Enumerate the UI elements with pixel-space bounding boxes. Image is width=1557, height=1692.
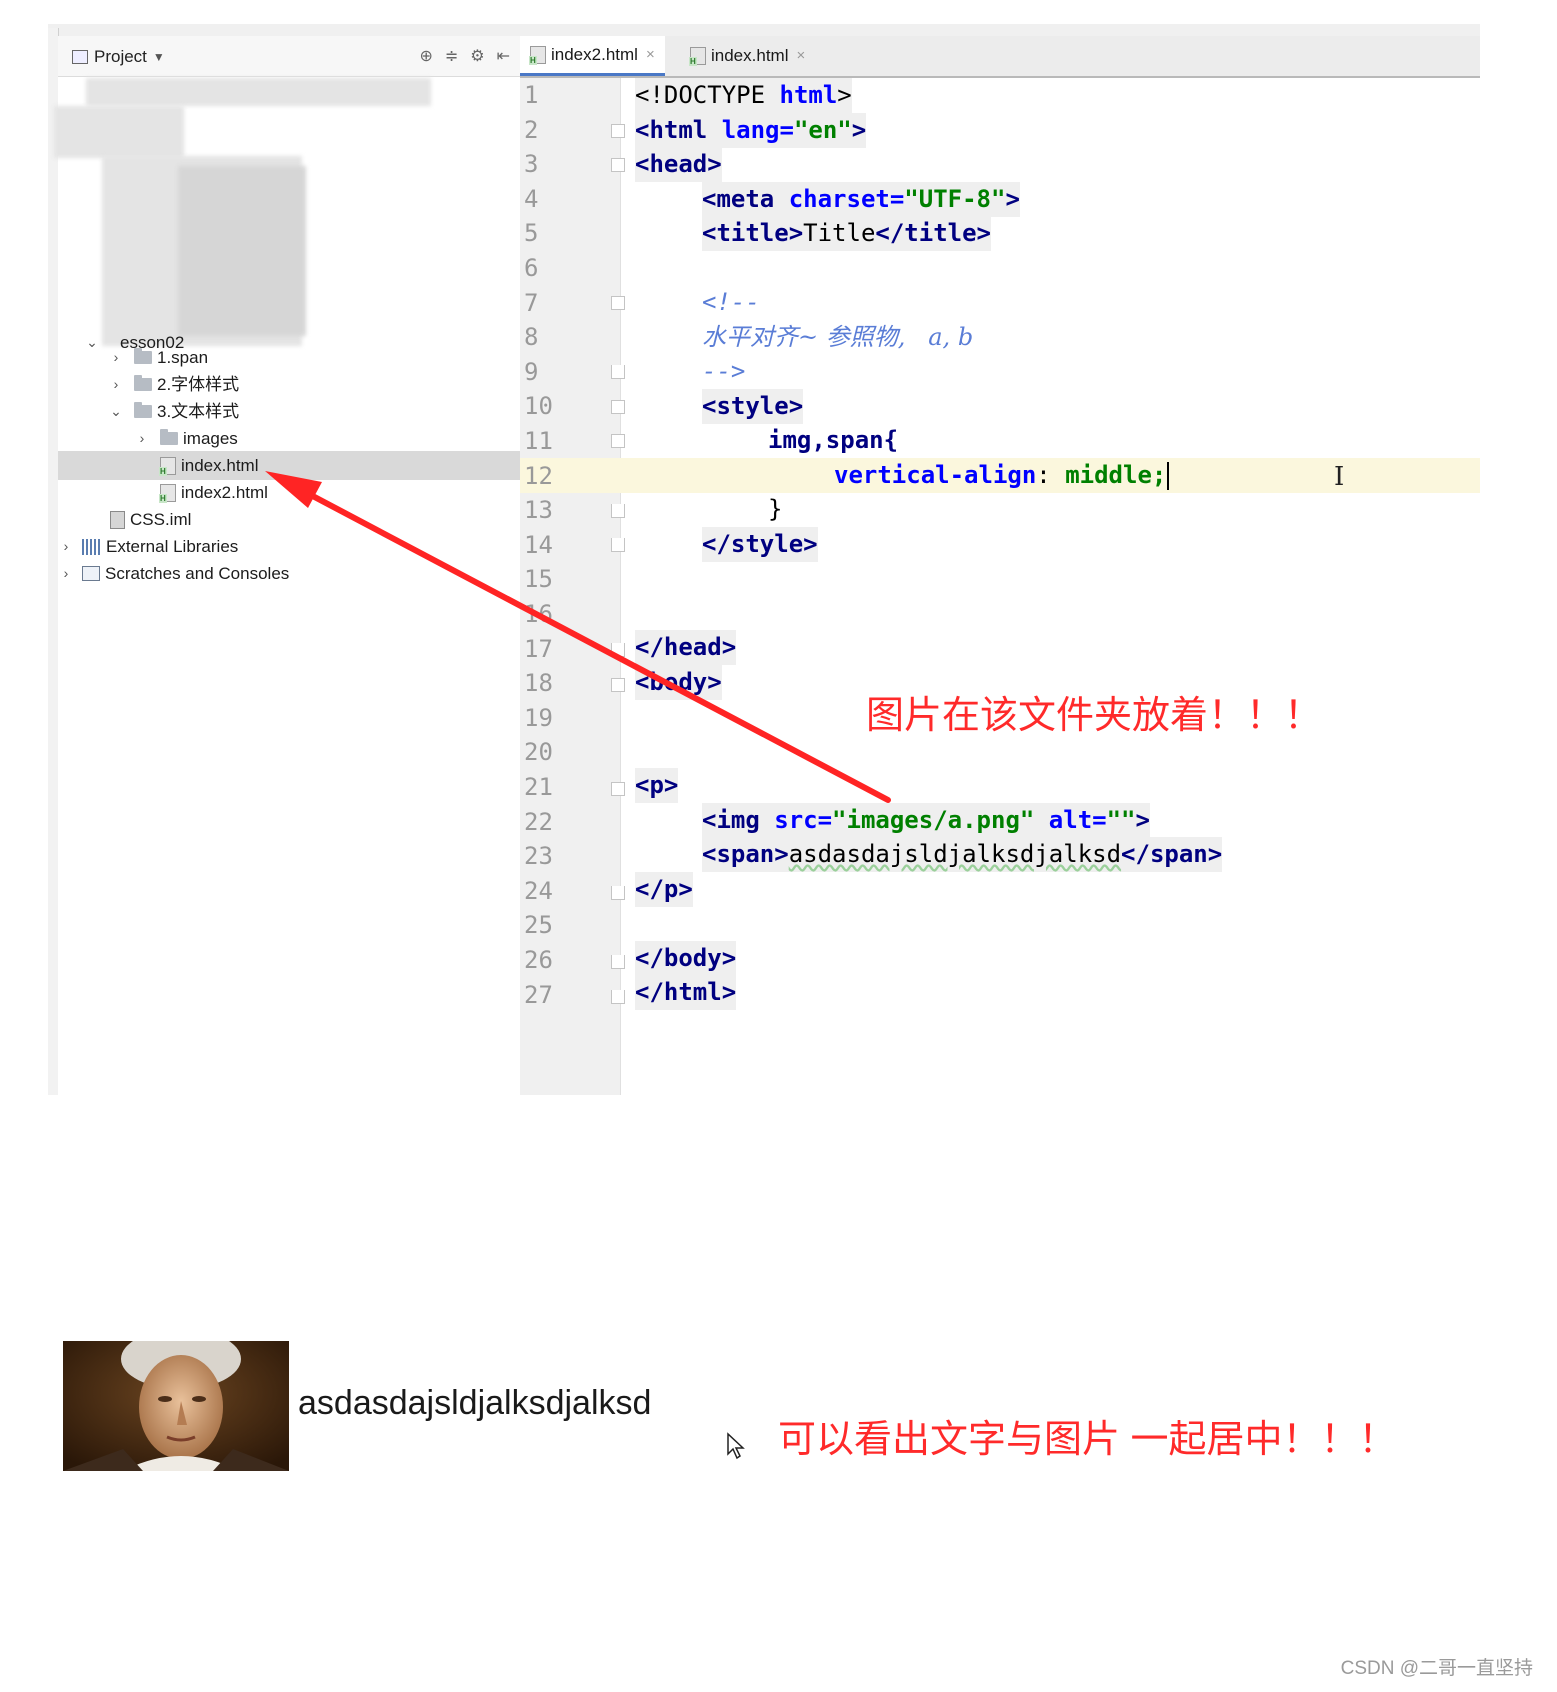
portrait-drawing bbox=[63, 1341, 289, 1471]
result-annotation: 可以看出文字与图片 一起居中！！！ bbox=[778, 1419, 1397, 1461]
preview-span-text: asdasdajsldjalksdjalksd bbox=[298, 1384, 652, 1422]
folder-annotation: 图片在该文件夹放着！！！ bbox=[866, 695, 1323, 737]
annotation-arrow-line bbox=[287, 481, 891, 803]
mouse-pointer-icon bbox=[726, 1432, 746, 1465]
watermark: CSDN @二哥一直坚持 bbox=[1340, 1658, 1533, 1679]
portrait-image bbox=[63, 1341, 289, 1471]
annotation-arrow-head bbox=[265, 471, 322, 508]
